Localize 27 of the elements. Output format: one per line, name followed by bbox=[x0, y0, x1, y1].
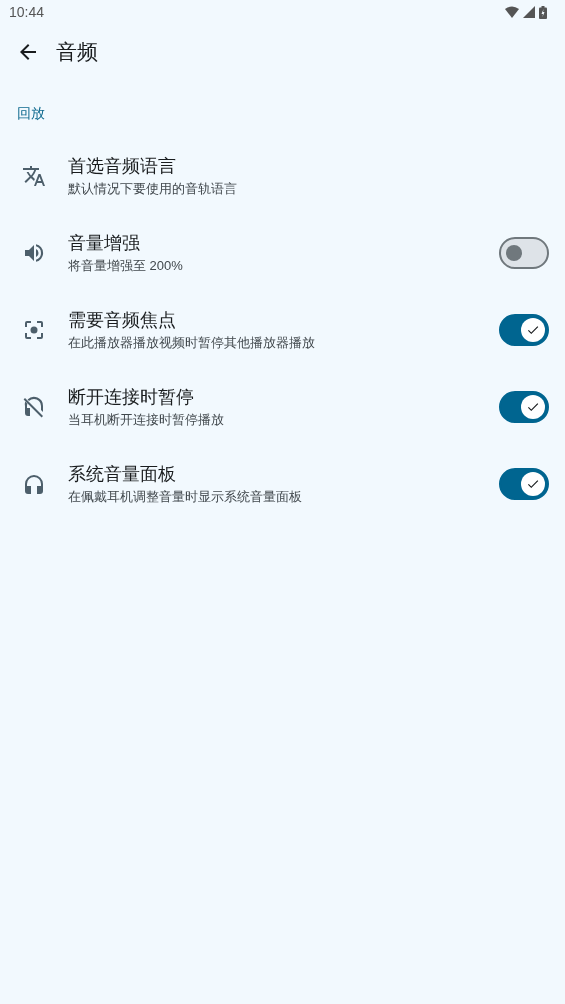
page-title: 音频 bbox=[56, 39, 98, 66]
setting-row[interactable]: 首选音频语言 默认情况下要使用的音轨语言 bbox=[0, 137, 565, 214]
setting-row[interactable]: 需要音频焦点 在此播放器播放视频时暂停其他播放器播放 bbox=[0, 291, 565, 368]
signal-icon bbox=[523, 6, 535, 18]
setting-row[interactable]: 断开连接时暂停 当耳机断开连接时暂停播放 bbox=[0, 368, 565, 445]
setting-summary: 在佩戴耳机调整音量时显示系统音量面板 bbox=[68, 487, 303, 506]
toggle-switch[interactable] bbox=[499, 390, 549, 423]
setting-summary: 当耳机断开连接时暂停播放 bbox=[68, 410, 225, 429]
translate-icon bbox=[22, 163, 46, 188]
setting-title: 断开连接时暂停 bbox=[68, 385, 195, 409]
section-header: 回放 bbox=[17, 105, 45, 121]
setting-title: 音量增强 bbox=[68, 231, 141, 255]
status-time: 10:44 bbox=[9, 2, 45, 22]
setting-summary: 将音量增强至 200% bbox=[68, 256, 184, 275]
toggle-switch[interactable] bbox=[499, 313, 549, 346]
setting-row[interactable]: 系统音量面板 在佩戴耳机调整音量时显示系统音量面板 bbox=[0, 445, 565, 522]
wifi-icon bbox=[505, 6, 519, 18]
toggle-switch[interactable] bbox=[499, 467, 549, 500]
setting-title: 首选音频语言 bbox=[68, 154, 177, 178]
setting-summary: 在此播放器播放视频时暂停其他播放器播放 bbox=[68, 333, 316, 352]
battery-icon bbox=[539, 5, 547, 19]
headphones-off-icon bbox=[22, 394, 46, 419]
setting-row[interactable]: 音量增强 将音量增强至 200% bbox=[0, 214, 565, 291]
setting-title: 系统音量面板 bbox=[68, 462, 177, 486]
setting-summary: 默认情况下要使用的音轨语言 bbox=[68, 179, 238, 198]
setting-title: 需要音频焦点 bbox=[68, 308, 177, 332]
toggle-switch[interactable] bbox=[499, 236, 549, 269]
